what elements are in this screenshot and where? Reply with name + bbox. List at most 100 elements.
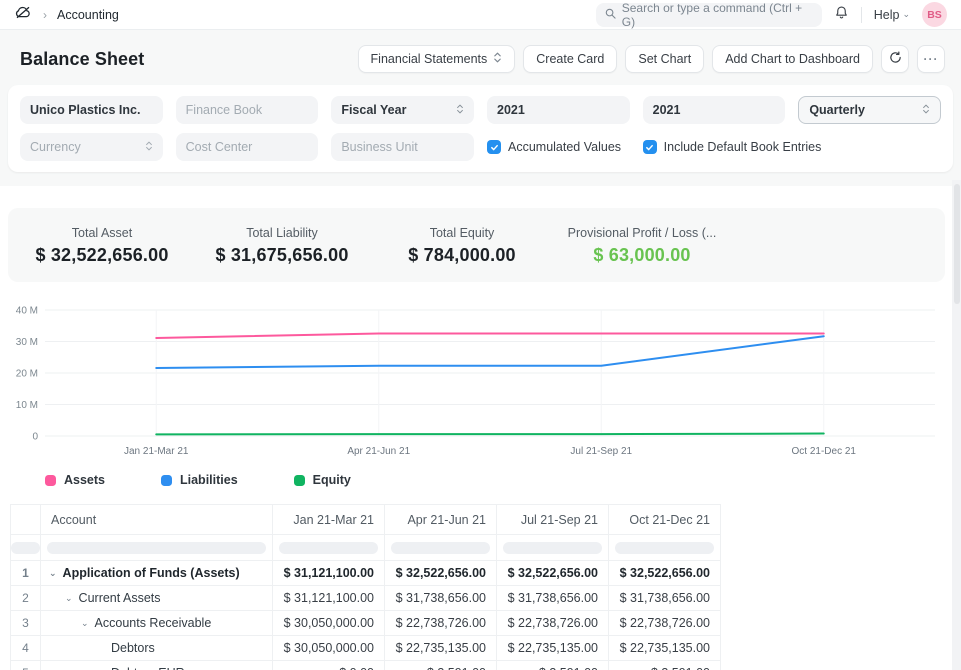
account-cell[interactable]: ⌄Application of Funds (Assets): [41, 561, 273, 586]
row-number: 1: [11, 561, 41, 586]
amount-cell[interactable]: $ 32,522,656.00: [609, 561, 721, 586]
start-year-filter[interactable]: 2021: [487, 96, 630, 124]
amount-cell[interactable]: $ 3,591.00: [385, 661, 497, 670]
include-default-book-entries-checkbox[interactable]: Include Default Book Entries: [643, 133, 941, 161]
amount-cell[interactable]: $ 22,735,135.00: [385, 636, 497, 661]
scrollbar-thumb[interactable]: [954, 184, 960, 304]
periodicity-value: Quarterly: [809, 103, 865, 117]
cost-center-filter[interactable]: Cost Center: [176, 133, 319, 161]
column-filter-input[interactable]: [273, 535, 385, 561]
set-chart-button[interactable]: Set Chart: [625, 45, 704, 73]
company-filter[interactable]: Unico Plastics Inc.: [20, 96, 163, 124]
app-logo[interactable]: [14, 4, 33, 25]
table-row[interactable]: 4Debtors$ 30,050,000.00$ 22,735,135.00$ …: [11, 636, 721, 661]
end-year-value: 2021: [653, 103, 681, 117]
amount-cell[interactable]: $ 22,738,726.00: [497, 611, 609, 636]
column-filter-input[interactable]: [11, 535, 41, 561]
amount-cell[interactable]: $ 0.00: [273, 661, 385, 670]
breadcrumb[interactable]: Accounting: [57, 8, 119, 22]
svg-text:Oct 21-Dec 21: Oct 21-Dec 21: [792, 446, 857, 457]
amount-cell[interactable]: $ 31,738,656.00: [497, 586, 609, 611]
periodicity-select[interactable]: Quarterly: [798, 96, 941, 124]
page-title: Balance Sheet: [20, 49, 144, 70]
tree-collapse-icon[interactable]: ⌄: [81, 618, 89, 629]
column-header[interactable]: Account: [41, 505, 273, 535]
accumulated-values-checkbox[interactable]: Accumulated Values: [487, 133, 630, 161]
legend-item: Liabilities: [161, 473, 238, 487]
business-unit-filter[interactable]: Business Unit: [331, 133, 474, 161]
avatar[interactable]: BS: [922, 2, 947, 27]
stat-label: Total Liability: [192, 226, 372, 240]
column-filter-input[interactable]: [609, 535, 721, 561]
amount-cell[interactable]: $ 22,735,135.00: [497, 636, 609, 661]
row-number-header[interactable]: [11, 505, 41, 535]
column-header[interactable]: Apr 21-Jun 21: [385, 505, 497, 535]
amount-cell[interactable]: $ 31,121,100.00: [273, 586, 385, 611]
balance-sheet-chart: 010 M20 M30 M40 MJan 21-Mar 21Apr 21-Jun…: [0, 300, 961, 487]
line-chart: 010 M20 M30 M40 MJan 21-Mar 21Apr 21-Jun…: [0, 300, 953, 460]
stat-label: Total Asset: [12, 226, 192, 240]
breadcrumb-chevron-icon: ›: [43, 8, 47, 22]
amount-cell[interactable]: $ 22,735,135.00: [609, 636, 721, 661]
column-header[interactable]: Oct 21-Dec 21: [609, 505, 721, 535]
financial-statements-select[interactable]: Financial Statements: [358, 45, 516, 73]
notifications-bell-icon[interactable]: [834, 5, 849, 25]
account-cell[interactable]: Debtors EUR: [41, 661, 273, 670]
account-name: Accounts Receivable: [95, 616, 212, 630]
amount-cell[interactable]: $ 31,738,656.00: [609, 586, 721, 611]
chart-legend: AssetsLiabilitiesEquity: [45, 473, 961, 487]
tree-collapse-icon[interactable]: ⌄: [49, 568, 57, 579]
amount-cell[interactable]: $ 22,738,726.00: [609, 611, 721, 636]
amount-cell[interactable]: $ 3,591.00: [609, 661, 721, 670]
table-row[interactable]: 2⌄Current Assets$ 31,121,100.00$ 31,738,…: [11, 586, 721, 611]
column-header[interactable]: Jul 21-Sep 21: [497, 505, 609, 535]
navbar-divider: [861, 7, 862, 23]
amount-cell[interactable]: $ 32,522,656.00: [385, 561, 497, 586]
add-chart-to-dashboard-button[interactable]: Add Chart to Dashboard: [712, 45, 873, 73]
filter-based-on-select[interactable]: Fiscal Year: [331, 96, 474, 124]
row-number: 3: [11, 611, 41, 636]
filter-input-bar: [11, 542, 40, 554]
table-row[interactable]: 3⌄Accounts Receivable$ 30,050,000.00$ 22…: [11, 611, 721, 636]
end-year-filter[interactable]: 2021: [643, 96, 786, 124]
table-row[interactable]: 5Debtors EUR$ 0.00$ 3,591.00$ 3,591.00$ …: [11, 661, 721, 670]
stat-label: Provisional Profit / Loss (...: [552, 226, 732, 240]
tree-collapse-icon[interactable]: ⌄: [65, 593, 73, 604]
select-updown-icon: [493, 51, 502, 67]
legend-swatch-icon: [294, 475, 305, 486]
search-input[interactable]: Search or type a command (Ctrl + G): [596, 3, 822, 27]
amount-cell[interactable]: $ 31,738,656.00: [385, 586, 497, 611]
amount-cell[interactable]: $ 30,050,000.00: [273, 611, 385, 636]
stat-label: Total Equity: [372, 226, 552, 240]
amount-cell[interactable]: $ 32,522,656.00: [497, 561, 609, 586]
amount-cell[interactable]: $ 3,591.00: [497, 661, 609, 670]
svg-text:0: 0: [32, 432, 38, 443]
finance-book-filter[interactable]: Finance Book: [176, 96, 319, 124]
financial-statements-label: Financial Statements: [371, 52, 488, 66]
business-unit-placeholder: Business Unit: [341, 140, 417, 154]
column-filter-input[interactable]: [385, 535, 497, 561]
amount-cell[interactable]: $ 31,121,100.00: [273, 561, 385, 586]
column-filter-input[interactable]: [41, 535, 273, 561]
help-label: Help: [874, 8, 900, 22]
vertical-scrollbar[interactable]: [952, 180, 961, 670]
account-cell[interactable]: ⌄ Accounts Receivable: [41, 611, 273, 636]
amount-cell[interactable]: $ 30,050,000.00: [273, 636, 385, 661]
account-cell[interactable]: Debtors: [41, 636, 273, 661]
currency-select[interactable]: Currency: [20, 133, 163, 161]
amount-cell[interactable]: $ 22,738,726.00: [385, 611, 497, 636]
refresh-button[interactable]: [881, 45, 909, 73]
column-filter-input[interactable]: [497, 535, 609, 561]
account-cell[interactable]: ⌄Current Assets: [41, 586, 273, 611]
create-card-button[interactable]: Create Card: [523, 45, 617, 73]
row-number: 4: [11, 636, 41, 661]
select-updown-icon: [145, 140, 153, 155]
chevron-down-icon: ⌄: [902, 9, 910, 20]
svg-text:Jan 21-Mar 21: Jan 21-Mar 21: [124, 446, 189, 457]
column-header[interactable]: Jan 21-Mar 21: [273, 505, 385, 535]
help-menu[interactable]: Help ⌄: [874, 8, 910, 22]
table-row[interactable]: 1⌄Application of Funds (Assets)$ 31,121,…: [11, 561, 721, 586]
more-menu-button[interactable]: ···: [917, 45, 945, 73]
report-table: AccountJan 21-Mar 21Apr 21-Jun 21Jul 21-…: [10, 504, 721, 670]
legend-label: Liabilities: [180, 473, 238, 487]
